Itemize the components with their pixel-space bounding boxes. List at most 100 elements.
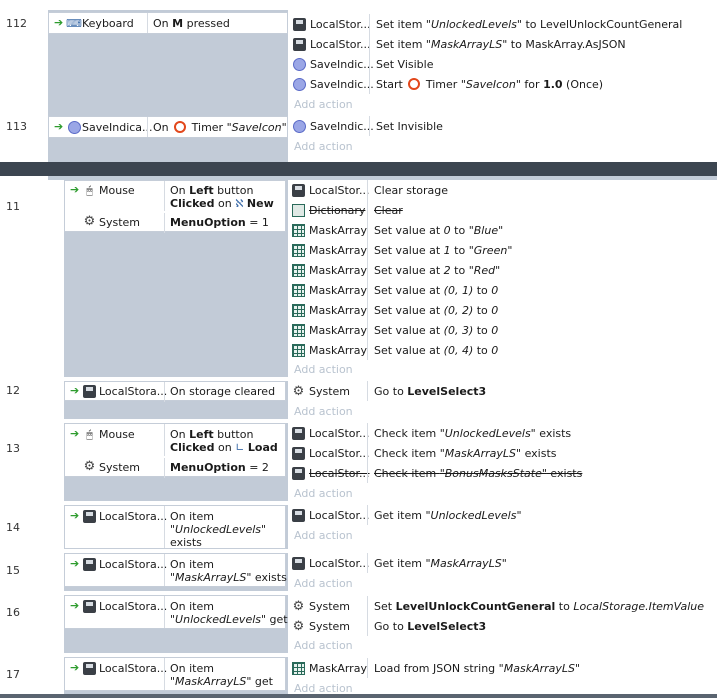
keyboard-icon: ⌨	[66, 17, 82, 30]
action-object: MaskArray	[309, 323, 367, 337]
event-arrow-icon: ➔	[54, 120, 64, 133]
action-object: LocalStor...	[309, 426, 370, 440]
action-row[interactable]: LocalStor... Check item "BonusMasksState…	[288, 463, 717, 483]
action-row[interactable]: LocalStor... Check item "MaskArrayLS" ex…	[288, 443, 717, 463]
condition-row[interactable]: ⚙ System MenuOption = 1	[65, 213, 285, 233]
action-object: LocalStor...	[309, 183, 370, 197]
action-row[interactable]: LocalStor... Check item "UnlockedLevels"…	[288, 423, 717, 443]
condition-object: System	[99, 461, 141, 474]
action-list: ⚙ System Go to LevelSelect3 Add action	[288, 381, 717, 419]
action-row[interactable]: MaskArray Set value at 0 to "Blue"	[288, 220, 717, 240]
condition-row[interactable]: ➔ LocalStora... On item "MaskArrayLS" get	[64, 657, 286, 691]
action-row[interactable]: LocalStor... Clear storage	[288, 180, 717, 200]
add-action-link[interactable]: Add action	[294, 405, 353, 418]
add-action-link[interactable]: Add action	[294, 529, 353, 542]
action-object: MaskArray	[309, 243, 367, 257]
action-row[interactable]: MaskArray Set value at (0, 2) to 0	[288, 300, 717, 320]
action-text: Get item "MaskArrayLS"	[374, 556, 507, 570]
local-storage-icon	[292, 466, 305, 480]
action-text: Get item "UnlockedLevels"	[374, 508, 522, 522]
add-action-link[interactable]: Add action	[294, 98, 353, 111]
save-indicator-icon	[293, 57, 306, 71]
condition-text: On item "MaskArrayLS" get	[170, 662, 273, 688]
condition-text: On item "UnlockedLevels" get	[170, 600, 288, 626]
event-number: 113	[6, 120, 27, 133]
action-row[interactable]: LocalStor... Get item "MaskArrayLS"	[288, 553, 717, 573]
action-row[interactable]: LocalStor... Get item "UnlockedLevels"	[288, 505, 717, 525]
action-row[interactable]: LocalStor... Set item "MaskArrayLS" to M…	[288, 34, 717, 54]
load-button-icon: ∟	[235, 441, 245, 454]
condition-text: On Timer "SaveIcon"	[153, 121, 287, 134]
action-row[interactable]: MaskArray Set value at 2 to "Red"	[288, 260, 717, 280]
action-row[interactable]: SaveIndic... Set Visible	[288, 54, 717, 74]
action-row[interactable]: MaskArray Set value at (0, 3) to 0	[288, 320, 717, 340]
array-icon	[292, 223, 305, 237]
mouse-icon: 🖱	[86, 428, 93, 441]
condition-row[interactable]: ➔ LocalStora... On item "UnlockedLevels" e…	[64, 505, 286, 549]
action-text: Check item "BonusMasksState" exists	[374, 466, 583, 480]
condition-row[interactable]: ➔ LocalStora... On storage cleared	[64, 381, 286, 402]
local-storage-icon	[293, 37, 306, 51]
action-row[interactable]: SaveIndic... Set Invisible	[288, 116, 717, 136]
condition-row[interactable]: ➔ LocalStora... On item "MaskArrayLS" exi…	[64, 553, 287, 587]
local-storage-icon	[292, 183, 305, 197]
action-row[interactable]: SaveIndic... Start Timer "SaveIcon" for …	[288, 74, 717, 94]
array-icon	[292, 303, 305, 317]
add-action-link[interactable]: Add action	[294, 363, 353, 376]
condition-row[interactable]: ⚙ System MenuOption = 2	[65, 458, 285, 478]
event-number: 12	[6, 384, 20, 397]
gear-icon: ⚙	[292, 598, 305, 614]
action-list: LocalStor... Get item "UnlockedLevels" A…	[288, 505, 717, 549]
event-number: 11	[6, 200, 20, 213]
add-action-link[interactable]: Add action	[294, 577, 353, 590]
action-row[interactable]: Dictionary Clear	[288, 200, 717, 220]
action-row[interactable]: ⚙ System Go to LevelSelect3	[288, 381, 717, 401]
action-text: Clear	[374, 203, 403, 217]
local-storage-icon	[83, 600, 96, 613]
event-number: 17	[6, 668, 20, 681]
array-icon	[292, 661, 305, 675]
condition-object: Mouse	[99, 184, 135, 197]
event-number: 112	[6, 17, 27, 30]
condition-object: LocalStora...	[99, 385, 168, 398]
condition-row[interactable]: ➔ 🖱 Mouse On Left button Clicked on ℵ New	[65, 181, 285, 213]
local-storage-icon	[292, 556, 305, 570]
condition-row[interactable]: ➔ SaveIndica... On Timer "SaveIcon"	[48, 116, 288, 138]
local-storage-icon	[83, 558, 96, 571]
action-row[interactable]: ⚙ System Go to LevelSelect3	[288, 616, 717, 636]
action-row[interactable]: ⚙ System Set LevelUnlockCountGeneral to L…	[288, 596, 717, 616]
condition-row[interactable]: ➔ ⌨ Keyboard On M pressed	[48, 12, 288, 34]
action-object: SaveIndic...	[310, 77, 374, 91]
event-number: 13	[6, 442, 20, 455]
event-arrow-icon: ➔	[54, 16, 64, 29]
local-storage-icon	[292, 446, 305, 460]
condition-text: On M pressed	[153, 17, 230, 30]
condition-block: ➔ 🖱 Mouse On Left button Clicked on ∟ Loa…	[64, 423, 286, 478]
gear-icon: ⚙	[83, 459, 96, 474]
action-object: MaskArray	[309, 303, 367, 317]
array-icon	[292, 343, 305, 357]
condition-row[interactable]: ➔ 🖱 Mouse On Left button Clicked on ∟ Loa…	[65, 424, 285, 458]
action-text: Set LevelUnlockCountGeneral to LocalStor…	[374, 599, 704, 613]
condition-text: On Left button Clicked on ℵ New	[170, 184, 274, 210]
add-action-link[interactable]: Add action	[294, 639, 353, 652]
action-row[interactable]: MaskArray Set value at 1 to "Green"	[288, 240, 717, 260]
condition-row[interactable]: ➔ LocalStora... On item "UnlockedLevels" …	[64, 595, 288, 629]
dictionary-icon	[292, 203, 305, 217]
action-row[interactable]: MaskArray Load from JSON string "MaskArr…	[288, 658, 717, 678]
action-row[interactable]: MaskArray Set value at (0, 4) to 0	[288, 340, 717, 360]
condition-object: LocalStora...	[99, 558, 168, 571]
action-list: SaveIndic... Set Invisible Add action	[288, 116, 717, 158]
pane-divider[interactable]	[0, 162, 717, 176]
add-action-link[interactable]: Add action	[294, 140, 353, 153]
action-object: Dictionary	[309, 203, 366, 217]
bottom-edge	[0, 694, 717, 698]
action-text: Clear storage	[374, 183, 449, 197]
condition-object: LocalStora...	[99, 510, 168, 523]
add-action-link[interactable]: Add action	[294, 487, 353, 500]
action-row[interactable]: LocalStor... Set item "UnlockedLevels" t…	[288, 14, 717, 34]
action-object: MaskArray	[309, 283, 367, 297]
condition-object: Mouse	[99, 428, 135, 441]
action-list: LocalStor... Get item "MaskArrayLS" Add …	[288, 553, 717, 591]
action-row[interactable]: MaskArray Set value at (0, 1) to 0	[288, 280, 717, 300]
